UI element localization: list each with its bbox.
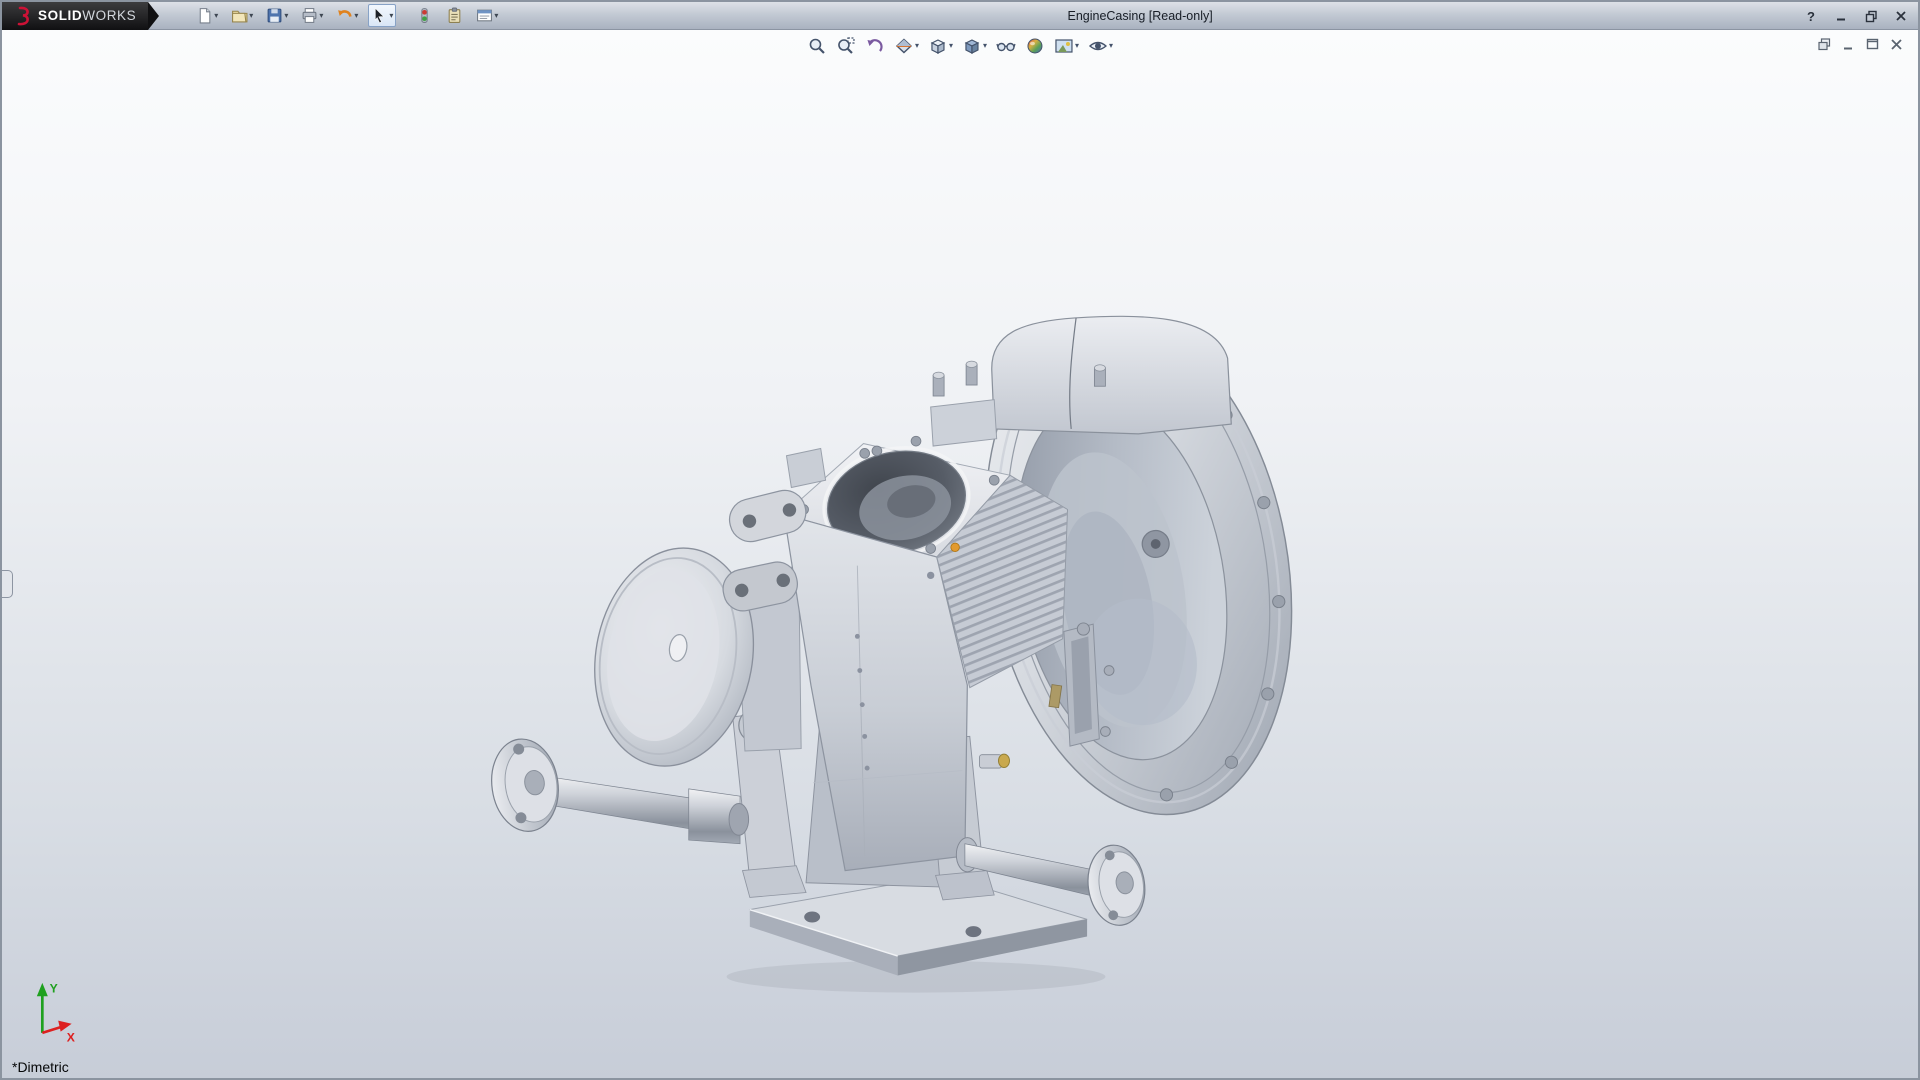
orientation-triad: Y X [37, 982, 76, 1045]
zoom-to-area-icon [836, 36, 856, 56]
headsup-view-toolbar: ▾ ▾ ▾ [806, 35, 1114, 57]
doc-close-icon [1889, 37, 1904, 52]
hide-show-items-button[interactable] [995, 35, 1017, 57]
undo-button[interactable]: ▾ [333, 4, 361, 27]
dropdown-caret[interactable]: ▾ [915, 42, 919, 50]
view-orientation-label: *Dimetric [12, 1059, 69, 1075]
display-style-icon [962, 36, 982, 56]
doc-close-button[interactable] [1889, 37, 1904, 57]
dowel-pin[interactable] [980, 754, 1010, 768]
options-icon [476, 7, 493, 24]
dropdown-caret[interactable]: ▾ [983, 42, 987, 50]
zoom-to-fit-icon [807, 36, 827, 56]
new-file-icon [196, 7, 213, 24]
doc-restore-button[interactable] [1865, 37, 1880, 57]
window-controls: ? [1802, 2, 1910, 30]
rebuild-icon [416, 7, 433, 24]
doc-minimize-icon [1841, 37, 1856, 52]
dropdown-caret[interactable]: ▾ [494, 12, 498, 20]
file-properties-button[interactable] [443, 4, 466, 27]
zoom-to-fit-button[interactable] [806, 35, 828, 57]
dropdown-caret[interactable]: ▾ [1075, 42, 1079, 50]
close-icon [1895, 10, 1907, 22]
section-view-button[interactable]: ▾ [893, 35, 920, 57]
help-button[interactable]: ? [1802, 7, 1820, 25]
edit-appearance-button[interactable] [1024, 35, 1046, 57]
minimize-icon [1835, 10, 1847, 22]
view-orientation-button[interactable]: ▾ [927, 35, 954, 57]
rebuild-button[interactable] [413, 4, 436, 27]
doc-minimize-button[interactable] [1841, 37, 1856, 57]
solidworks-window: SOLIDWORKS ▾ ▾ ▾ ▾ [0, 0, 1920, 1080]
dropdown-caret[interactable]: ▾ [1109, 42, 1113, 50]
dropdown-caret[interactable]: ▾ [949, 42, 953, 50]
dropdown-caret[interactable]: ▾ [389, 12, 393, 20]
doc-cascade-button[interactable] [1817, 37, 1832, 57]
solidworks-logo: SOLIDWORKS [2, 2, 148, 30]
document-window-controls [1817, 37, 1904, 57]
save-icon [266, 7, 283, 24]
options-button[interactable]: ▾ [473, 4, 501, 27]
save-button[interactable]: ▾ [263, 4, 291, 27]
select-cursor-icon [371, 7, 388, 24]
zoom-to-area-button[interactable] [835, 35, 857, 57]
y-axis-arrow [37, 983, 48, 996]
dropdown-caret[interactable]: ▾ [214, 12, 218, 20]
view-settings-eye-icon [1088, 36, 1108, 56]
featuremanager-collapsed-tab[interactable] [2, 570, 13, 598]
logo-arrow [148, 2, 159, 30]
section-view-icon [894, 36, 914, 56]
print-icon [301, 7, 318, 24]
dropdown-caret[interactable]: ▾ [354, 12, 358, 20]
undo-icon [336, 7, 353, 24]
apply-scene-button[interactable]: ▾ [1053, 35, 1080, 57]
y-axis-label: Y [50, 982, 58, 996]
apply-scene-icon [1054, 36, 1074, 56]
print-button[interactable]: ▾ [298, 4, 326, 27]
top-cover[interactable] [931, 316, 1232, 446]
close-button[interactable] [1892, 7, 1910, 25]
doc-restore-icon [1865, 37, 1880, 52]
new-file-button[interactable]: ▾ [193, 4, 221, 27]
previous-view-button[interactable] [864, 35, 886, 57]
dropdown-caret[interactable]: ▾ [319, 12, 323, 20]
restore-icon [1865, 10, 1878, 23]
graphics-area[interactable]: ▾ ▾ ▾ [2, 30, 1918, 1078]
display-style-button[interactable]: ▾ [961, 35, 988, 57]
minimize-button[interactable] [1832, 7, 1850, 25]
previous-view-icon [865, 36, 885, 56]
3ds-swirl-icon [10, 5, 32, 27]
select-tool-button[interactable]: ▾ [368, 4, 396, 27]
edit-appearance-icon [1025, 36, 1045, 56]
restore-button[interactable] [1862, 7, 1880, 25]
dropdown-caret[interactable]: ▾ [249, 12, 253, 20]
file-properties-icon [446, 7, 463, 24]
main-toolbar: ▾ ▾ ▾ ▾ ▾ [193, 4, 501, 27]
brand-text: SOLIDWORKS [38, 8, 136, 23]
cascade-windows-icon [1817, 37, 1832, 52]
engine-casing-3d-model[interactable]: Y X [2, 30, 1918, 1078]
orange-marker-dot [951, 543, 960, 552]
view-settings-button[interactable]: ▾ [1087, 35, 1114, 57]
hide-show-glasses-icon [996, 36, 1016, 56]
view-orientation-icon [928, 36, 948, 56]
open-folder-icon [231, 7, 248, 24]
title-bar: SOLIDWORKS ▾ ▾ ▾ ▾ [2, 2, 1918, 30]
document-title: EngineCasing [Read-only] [1067, 9, 1212, 23]
dropdown-caret[interactable]: ▾ [284, 12, 288, 20]
open-button[interactable]: ▾ [228, 4, 256, 27]
x-axis-label: X [67, 1030, 76, 1044]
